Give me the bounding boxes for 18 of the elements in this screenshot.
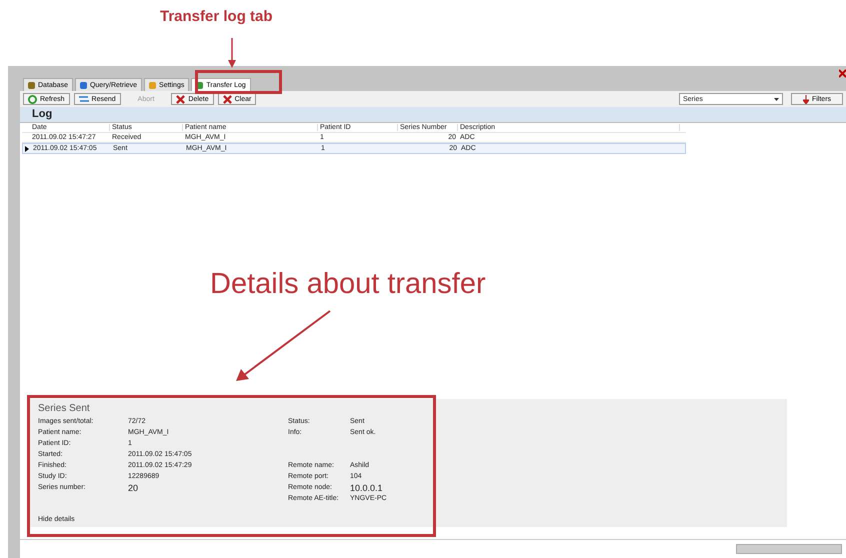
field-value: 10.0.0.1	[350, 482, 383, 492]
details-title: Series Sent	[38, 403, 91, 414]
refresh-icon	[28, 94, 37, 104]
section-title: Log	[32, 108, 52, 120]
tab-icon	[149, 82, 156, 88]
arrow-down-icon	[802, 94, 809, 104]
cross-icon	[176, 94, 186, 104]
caret-icon	[774, 98, 779, 100]
tab-icon	[28, 82, 35, 88]
annotation-label: Details about transfer	[210, 268, 486, 301]
tab-icon	[80, 82, 87, 88]
scrollbar[interactable]	[736, 544, 842, 554]
close-icon[interactable]	[839, 69, 846, 78]
cross-icon	[222, 94, 232, 104]
annotation-label: Transfer log tab	[160, 8, 273, 25]
row-pointer-icon	[25, 146, 29, 152]
field-value: 20	[128, 482, 138, 492]
annotation-arrow	[228, 38, 236, 68]
